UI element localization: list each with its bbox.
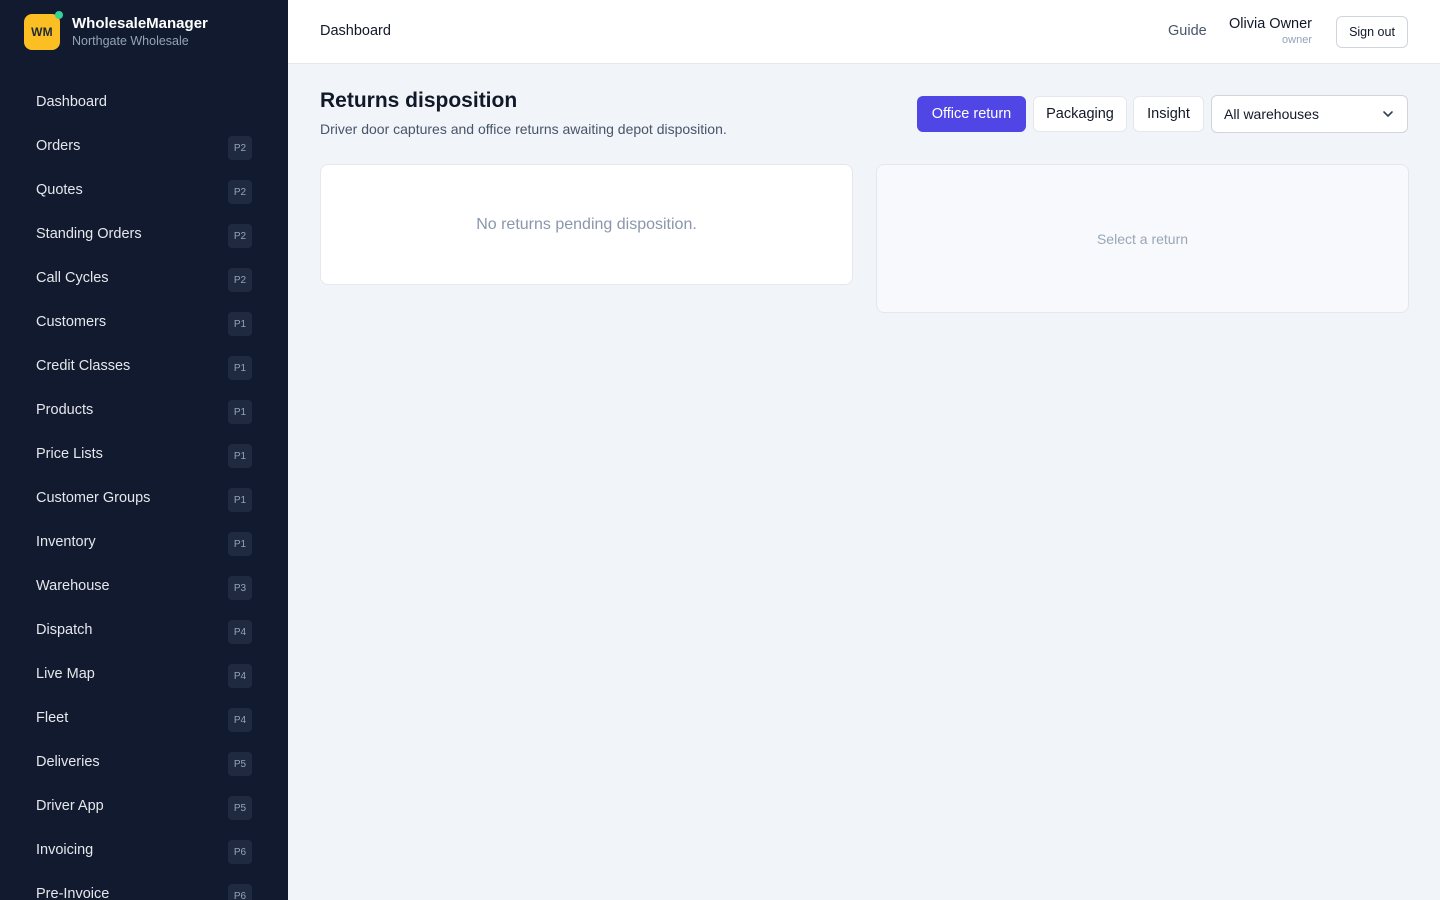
sidebar-item-label: Driver App <box>36 798 104 814</box>
phase-badge: P1 <box>228 532 252 556</box>
phase-badge: P3 <box>228 576 252 600</box>
sidebar-item-label: Dispatch <box>36 622 93 638</box>
logo-text: WM <box>31 25 53 39</box>
phase-badge: P1 <box>228 444 252 468</box>
empty-state-text: No returns pending disposition. <box>476 215 697 233</box>
sidebar-item-call-cycles[interactable]: Call Cycles P2 <box>20 256 268 300</box>
brand-text: WholesaleManager Northgate Wholesale <box>72 15 208 50</box>
sidebar-item-products[interactable]: Products P1 <box>20 388 268 432</box>
phase-badge: P1 <box>228 356 252 380</box>
user-role: owner <box>1282 34 1312 46</box>
sidebar-item-customers[interactable]: Customers P1 <box>20 300 268 344</box>
warehouse-select-value: All warehouses <box>1224 106 1319 122</box>
sidebar-item-inventory[interactable]: Inventory P1 <box>20 520 268 564</box>
sidebar-item-credit-classes[interactable]: Credit Classes P1 <box>20 344 268 388</box>
phase-badge: P4 <box>228 708 252 732</box>
phase-badge: P2 <box>228 268 252 292</box>
sidebar-item-label: Price Lists <box>36 446 103 462</box>
phase-badge: P6 <box>228 840 252 864</box>
app-name: WholesaleManager <box>72 14 208 32</box>
return-detail-panel: Select a return <box>876 164 1409 313</box>
sidebar-item-label: Inventory <box>36 534 96 550</box>
sidebar-item-live-map[interactable]: Live Map P4 <box>20 652 268 696</box>
sidebar-item-label: Standing Orders <box>36 226 142 242</box>
sidebar-item-label: Fleet <box>36 710 69 726</box>
sidebar-item-label: Customers <box>36 314 107 330</box>
sidebar-item-label: Credit Classes <box>36 358 131 374</box>
sidebar: WM WholesaleManager Northgate Wholesale … <box>0 0 288 900</box>
sidebar-item-label: Call Cycles <box>36 270 109 286</box>
sidebar-item-customer-groups[interactable]: Customer Groups P1 <box>20 476 268 520</box>
online-status-dot <box>55 11 63 19</box>
sidebar-item-dashboard[interactable]: Dashboard <box>20 80 268 124</box>
sidebar-item-label: Orders <box>36 138 81 154</box>
company-name: Northgate Wholesale <box>72 33 189 48</box>
phase-badge: P1 <box>228 312 252 336</box>
phase-badge: P4 <box>228 620 252 644</box>
sidebar-item-label: Live Map <box>36 666 95 682</box>
phase-badge: P2 <box>228 224 252 248</box>
phase-badge: P2 <box>228 136 252 160</box>
user-name: Olivia Owner <box>1229 16 1312 32</box>
sidebar-item-label: Warehouse <box>36 578 110 594</box>
sidebar-item-price-lists[interactable]: Price Lists P1 <box>20 432 268 476</box>
phase-badge: P1 <box>228 400 252 424</box>
breadcrumb[interactable]: Dashboard <box>320 23 391 39</box>
detail-placeholder-text: Select a return <box>1096 230 1189 247</box>
returns-list-panel: No returns pending disposition. <box>320 164 853 285</box>
phase-badge: P4 <box>228 664 252 688</box>
sidebar-item-driver-app[interactable]: Driver App P5 <box>20 784 268 828</box>
tab-office-return[interactable]: Office return <box>917 96 1026 132</box>
sidebar-item-fleet[interactable]: Fleet P4 <box>20 696 268 740</box>
sidebar-item-label: Products <box>36 402 94 418</box>
sidebar-item-deliveries[interactable]: Deliveries P5 <box>20 740 268 784</box>
sidebar-item-dispatch[interactable]: Dispatch P4 <box>20 608 268 652</box>
sidebar-item-warehouse[interactable]: Warehouse P3 <box>20 564 268 608</box>
tab-packaging[interactable]: Packaging <box>1033 96 1127 132</box>
phase-badge: P2 <box>228 180 252 204</box>
sidebar-item-pre-invoice[interactable]: Pre-Invoice P6 <box>20 872 268 900</box>
phase-badge: P5 <box>228 752 252 776</box>
warehouse-select[interactable]: All warehouses <box>1211 95 1408 133</box>
phase-badge: P5 <box>228 796 252 820</box>
sidebar-item-label: Customer Groups <box>36 490 151 506</box>
sidebar-item-quotes[interactable]: Quotes P2 <box>20 168 268 212</box>
phase-badge: P1 <box>228 488 252 512</box>
user-info: Olivia Owner owner <box>1229 15 1312 48</box>
top-header: Dashboard Guide Olivia Owner owner Sign … <box>288 0 1440 64</box>
phase-badge: P6 <box>228 884 252 900</box>
sidebar-item-label: Pre-Invoice <box>36 886 110 900</box>
sidebar-nav: Dashboard Orders P2 Quotes P2 Standing O… <box>20 80 268 900</box>
sidebar-item-label: Deliveries <box>36 754 100 770</box>
sidebar-item-label: Quotes <box>36 182 83 198</box>
app-logo: WM <box>24 11 63 50</box>
guide-link[interactable]: Guide <box>1168 23 1207 39</box>
brand[interactable]: WM WholesaleManager Northgate Wholesale <box>24 11 208 50</box>
sign-out-button[interactable]: Sign out <box>1336 16 1408 48</box>
page-subtitle: Driver door captures and office returns … <box>320 121 727 137</box>
sidebar-item-invoicing[interactable]: Invoicing P6 <box>20 828 268 872</box>
page-title: Returns disposition <box>320 89 518 112</box>
sidebar-item-label: Invoicing <box>36 842 94 858</box>
sidebar-item-standing-orders[interactable]: Standing Orders P2 <box>20 212 268 256</box>
tab-insight[interactable]: Insight <box>1133 96 1204 132</box>
sidebar-item-label: Dashboard <box>36 94 107 110</box>
chevron-down-icon <box>1383 111 1393 117</box>
sidebar-item-orders[interactable]: Orders P2 <box>20 124 268 168</box>
